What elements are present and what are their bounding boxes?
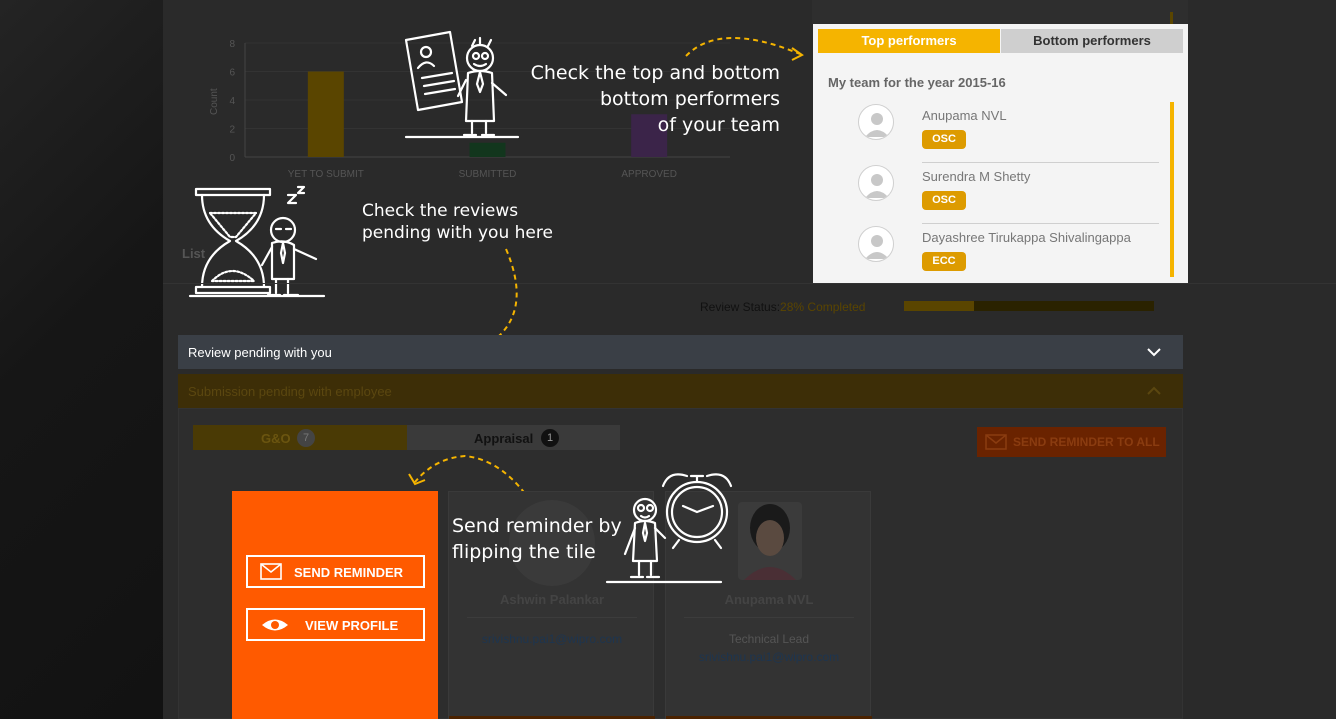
send-reminder-all-label: SEND REMINDER TO ALL <box>1013 435 1160 449</box>
list-heading: List <box>182 246 206 261</box>
envelope-icon <box>260 563 282 580</box>
review-progress-fill <box>904 301 974 311</box>
tab-go-count: 7 <box>297 429 315 447</box>
callout-reviews: Check the reviews pending with you here <box>362 200 553 244</box>
performers-scrollbar[interactable] <box>1170 102 1174 277</box>
avatar <box>858 165 894 201</box>
tab-appraisal-label: Appraisal <box>474 431 534 446</box>
performer-item[interactable]: Anupama NVL OSC <box>858 104 1159 165</box>
divider <box>922 223 1159 224</box>
performer-name: Dayashree Tirukappa Shivalingappa <box>922 230 1131 245</box>
view-profile-button[interactable]: VIEW PROFILE <box>246 608 425 641</box>
callout-performers: Check the top and bottom bottom performe… <box>520 60 780 138</box>
submission-pending-label: Submission pending with employee <box>188 384 392 399</box>
callout-performers-line3: of your team <box>657 114 780 136</box>
chart-y-ticks: 0 2 4 6 8 <box>229 39 235 164</box>
chart-bar <box>469 142 506 157</box>
arrow-to-performers <box>685 37 804 61</box>
tab-appraisal[interactable]: Appraisal 1 <box>407 425 620 450</box>
eye-icon <box>262 619 288 631</box>
review-pending-header[interactable]: Review pending with you <box>178 335 1183 369</box>
envelope-icon <box>985 434 1007 450</box>
performer-name: Anupama NVL <box>922 108 1007 123</box>
performer-badge: ECC <box>922 252 966 271</box>
chart-y-label: Count <box>209 88 220 115</box>
callout-performers-line2: bottom performers <box>599 88 780 110</box>
callout-reminder-line1: Send reminder by <box>452 515 622 537</box>
employee-photo <box>738 502 802 580</box>
divider <box>922 162 1159 163</box>
sidebar-dimmed <box>0 0 163 719</box>
callout-reviews-line1: Check the reviews <box>362 201 519 221</box>
chevron-down-icon[interactable] <box>1146 346 1162 358</box>
chart-y-tick-label: 4 <box>229 96 235 107</box>
avatar <box>858 104 894 140</box>
chart-y-tick-label: 2 <box>229 125 235 136</box>
tab-bottom-performers[interactable]: Bottom performers <box>1001 29 1183 53</box>
tab-go[interactable]: G&O 7 <box>193 425 407 450</box>
hidden-card-top <box>812 0 1188 24</box>
employee-email[interactable]: srivishnu.pai1@wipro.com <box>449 632 655 646</box>
review-status: Review Status:28% Completed <box>700 300 865 314</box>
review-progress-bar <box>904 301 1154 311</box>
review-status-value: 28% Completed <box>780 300 866 314</box>
performer-name: Surendra M Shetty <box>922 169 1031 184</box>
callout-reminder: Send reminder by flipping the tile <box>452 513 622 565</box>
chevron-up-icon[interactable] <box>1146 385 1162 397</box>
chart-y-tick-label: 8 <box>229 39 235 50</box>
employee-name: Anupama NVL <box>724 592 814 607</box>
send-reminder-button[interactable]: SEND REMINDER <box>246 555 425 588</box>
chart-y-tick-label: 6 <box>229 68 235 79</box>
divider <box>684 617 854 618</box>
alarm-clock-illustration <box>605 473 733 584</box>
avatar <box>858 226 894 262</box>
performer-item[interactable]: Dayashree Tirukappa Shivalingappa ECC <box>858 226 1158 287</box>
view-profile-label: VIEW PROFILE <box>305 618 399 633</box>
flipped-employee-tile[interactable]: SEND REMINDER VIEW PROFILE <box>232 491 438 719</box>
employee-role: Technical Lead <box>728 632 810 646</box>
performer-badge: OSC <box>922 130 966 149</box>
chart-x-tick-label: SUBMITTED <box>458 169 517 180</box>
tab-go-label: G&O <box>261 431 291 446</box>
tab-top-performers[interactable]: Top performers <box>818 29 1000 53</box>
performer-badge: OSC <box>922 191 966 210</box>
man-with-document-illustration <box>404 30 520 139</box>
review-pending-label: Review pending with you <box>188 345 332 360</box>
employee-name: Ashwin Palankar <box>499 592 605 607</box>
chart-x-tick-label: APPROVED <box>621 169 677 180</box>
callout-reminder-line2: flipping the tile <box>452 541 596 563</box>
review-status-label: Review Status: <box>700 300 781 314</box>
submission-pending-header[interactable]: Submission pending with employee <box>178 374 1183 408</box>
callout-reviews-line2: pending with you here <box>362 223 553 243</box>
send-reminder-label: SEND REMINDER <box>294 565 404 580</box>
chart-bar <box>307 71 344 157</box>
employee-email[interactable]: srivishnu.pai1@wipro.com <box>666 650 872 664</box>
hidden-scrollbar <box>1170 12 1173 24</box>
divider <box>163 283 1336 284</box>
chart-y-tick-label: 0 <box>229 153 235 164</box>
performers-panel: Top performers Bottom performers My team… <box>813 24 1188 283</box>
performer-item[interactable]: Surendra M Shetty OSC <box>858 165 1159 226</box>
tab-appraisal-count: 1 <box>541 429 559 447</box>
send-reminder-all-button[interactable]: SEND REMINDER TO ALL <box>977 427 1166 457</box>
chart-x-tick-label: YET TO SUBMIT <box>287 169 364 180</box>
divider <box>467 617 637 618</box>
team-title: My team for the year 2015-16 <box>828 75 1006 90</box>
